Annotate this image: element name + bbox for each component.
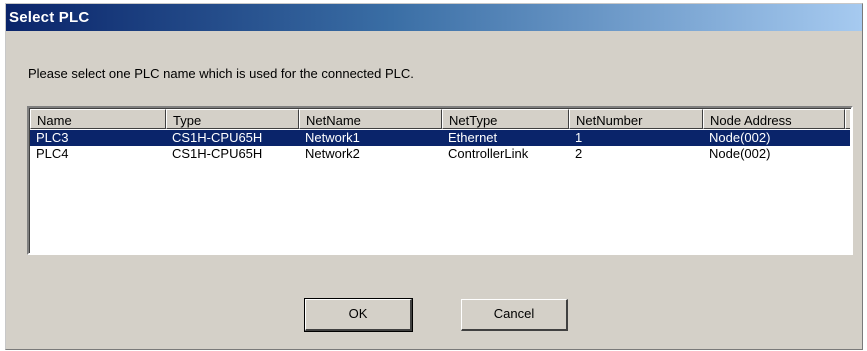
- cell-name: PLC4: [36, 146, 69, 161]
- list-header: Name Type NetName NetType NetNumber Node…: [30, 109, 850, 129]
- instruction-text: Please select one PLC name which is used…: [28, 66, 414, 81]
- cell-node-address: Node(002): [709, 130, 771, 145]
- ok-button[interactable]: OK: [304, 298, 413, 332]
- list-rows: PLC3 CS1H-CPU65H Network1 Ethernet 1 Nod…: [30, 130, 850, 162]
- plc-list[interactable]: Name Type NetName NetType NetNumber Node…: [27, 106, 853, 255]
- select-plc-dialog: Select PLC Please select one PLC name wh…: [5, 3, 863, 350]
- cell-nettype: ControllerLink: [448, 146, 529, 161]
- cell-type: CS1H-CPU65H: [172, 146, 263, 161]
- cancel-button[interactable]: Cancel: [461, 299, 568, 331]
- column-header-netname[interactable]: NetName: [299, 109, 442, 129]
- column-header-filler: [845, 109, 850, 129]
- title-bar[interactable]: Select PLC: [6, 4, 862, 31]
- column-header-node-address[interactable]: Node Address: [703, 109, 845, 129]
- cell-netnumber: 1: [575, 130, 583, 145]
- column-header-name[interactable]: Name: [30, 109, 166, 129]
- cell-netname: Network2: [305, 146, 360, 161]
- cell-nettype: Ethernet: [448, 130, 498, 145]
- cell-netname: Network1: [305, 130, 360, 145]
- cell-name: PLC3: [36, 130, 69, 145]
- cell-node-address: Node(002): [709, 146, 771, 161]
- cell-netnumber: 2: [575, 146, 583, 161]
- column-header-netnumber[interactable]: NetNumber: [569, 109, 703, 129]
- list-row-plc3[interactable]: PLC3 CS1H-CPU65H Network1 Ethernet 1 Nod…: [30, 130, 850, 146]
- list-row-plc4[interactable]: PLC4 CS1H-CPU65H Network2 ControllerLink…: [30, 146, 850, 162]
- cell-type: CS1H-CPU65H: [172, 130, 263, 145]
- column-header-nettype[interactable]: NetType: [442, 109, 569, 129]
- column-header-type[interactable]: Type: [166, 109, 299, 129]
- window-title: Select PLC: [9, 9, 90, 26]
